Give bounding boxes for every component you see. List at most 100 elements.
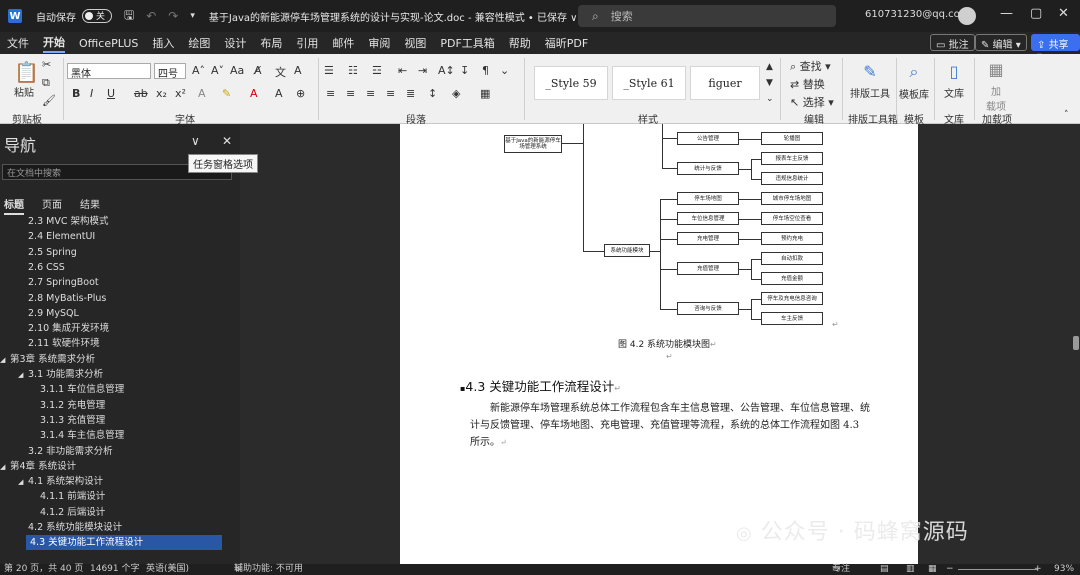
- read-mode-icon[interactable]: ▤: [880, 564, 889, 575]
- subscript-icon[interactable]: x₂: [156, 87, 167, 100]
- share-button[interactable]: ⇪ 共享 ▾: [1031, 34, 1080, 62]
- phonetic-guide-icon[interactable]: 文: [275, 64, 286, 80]
- word-count[interactable]: 14691 个字: [90, 564, 140, 575]
- font-size-select[interactable]: 四号: [154, 63, 186, 80]
- minimize-icon[interactable]: —: [1000, 6, 1013, 21]
- nav-heading-item[interactable]: 2.7 SpringBoot: [0, 275, 99, 290]
- autosave-toggle[interactable]: 关: [82, 9, 112, 23]
- editing-mode-button[interactable]: ✎ 编辑 ▾: [975, 34, 1027, 51]
- chinese-layout-icon[interactable]: A↕: [438, 64, 455, 77]
- library-button[interactable]: ▯ 文库: [940, 62, 968, 100]
- nav-heading-item[interactable]: 3.1.1 车位信息管理: [0, 382, 124, 397]
- close-icon[interactable]: ✕: [1058, 6, 1069, 21]
- nav-heading-item[interactable]: ◢ 4.1 系统架构设计: [0, 474, 103, 489]
- nav-heading-item[interactable]: 2.6 CSS: [0, 260, 65, 275]
- addin-button[interactable]: ▦ 加 载项: [982, 60, 1010, 113]
- sort-icon[interactable]: ↧: [460, 64, 469, 77]
- distributed-icon[interactable]: ≣: [406, 87, 415, 100]
- tab-foxit-pdf[interactable]: 福昕PDF: [545, 35, 588, 51]
- nav-heading-item[interactable]: 4.1.1 前端设计: [0, 489, 105, 504]
- customize-qat-icon[interactable]: ▾: [190, 11, 195, 21]
- tab-home[interactable]: 开始: [43, 34, 65, 53]
- account-email[interactable]: 610731230@qq.com: [865, 9, 970, 20]
- nav-tab-results[interactable]: 结果: [80, 196, 100, 215]
- justify-icon[interactable]: ≡: [386, 87, 395, 100]
- character-border-icon[interactable]: A: [294, 64, 302, 77]
- tab-insert[interactable]: 插入: [152, 35, 174, 51]
- font-color-icon[interactable]: A: [250, 87, 258, 100]
- text-effects-icon[interactable]: A: [198, 87, 206, 100]
- copy-icon[interactable]: ⧉: [42, 76, 50, 90]
- paragraph-more-icon[interactable]: ⌄: [500, 64, 509, 77]
- zoom-level[interactable]: 93%: [1054, 564, 1074, 575]
- bullets-icon[interactable]: ☰: [324, 64, 334, 77]
- paste-icon[interactable]: 📋: [14, 60, 39, 84]
- enclose-character-icon[interactable]: ⊕: [296, 87, 305, 100]
- document-page[interactable]: 基于Java的新能源停车场管理系统 系统功能模块 公告管理 统计与反馈 停车场地图 车位信…: [400, 124, 918, 564]
- nav-heading-item[interactable]: 2.10 集成开发环境: [0, 321, 109, 336]
- collapse-ribbon-icon[interactable]: ˄: [1064, 110, 1069, 120]
- align-right-icon[interactable]: ≡: [366, 87, 375, 100]
- shrink-font-icon[interactable]: A˅: [211, 64, 224, 77]
- tab-file[interactable]: 文件: [7, 35, 29, 51]
- nav-heading-item[interactable]: 2.8 MyBatis-Plus: [0, 291, 106, 306]
- bold-icon[interactable]: B: [72, 87, 80, 100]
- chevron-down-icon[interactable]: ∨: [191, 134, 200, 148]
- numbering-icon[interactable]: ☷: [348, 64, 358, 77]
- nav-heading-item[interactable]: 3.1.3 充值管理: [0, 413, 105, 428]
- multilevel-list-icon[interactable]: ☲: [372, 64, 382, 77]
- search-box[interactable]: ⌕ 搜索: [578, 5, 836, 27]
- scrollbar-thumb[interactable]: [1073, 336, 1079, 350]
- highlight-icon[interactable]: ✎: [222, 87, 231, 100]
- avatar[interactable]: [958, 7, 976, 25]
- nav-heading-item[interactable]: ◢ 第3章 系统需求分析: [0, 352, 95, 367]
- page-count[interactable]: 第 20 页，共 40 页: [4, 564, 83, 575]
- grow-font-icon[interactable]: A˄: [192, 64, 205, 77]
- nav-heading-item[interactable]: 3.2 非功能需求分析: [0, 444, 113, 459]
- align-left-icon[interactable]: ≡: [326, 87, 335, 100]
- replace-button[interactable]: ⇄ 替换: [790, 76, 825, 92]
- collapse-caret-icon[interactable]: ◢: [0, 460, 10, 475]
- nav-heading-item[interactable]: 2.11 软硬件环境: [0, 336, 100, 351]
- show-marks-icon[interactable]: ¶: [482, 64, 489, 77]
- clear-format-icon[interactable]: A̸: [254, 64, 262, 77]
- style-61[interactable]: _Style 61: [612, 66, 686, 100]
- tab-references[interactable]: 引用: [296, 35, 318, 51]
- underline-icon[interactable]: U: [107, 87, 115, 100]
- styles-more-icon[interactable]: ⌄: [766, 94, 774, 104]
- align-center-icon[interactable]: ≡: [346, 87, 355, 100]
- vertical-scrollbar[interactable]: [1072, 124, 1080, 564]
- line-spacing-icon[interactable]: ↕: [428, 87, 437, 100]
- nav-tab-pages[interactable]: 页面: [42, 196, 62, 215]
- tab-review[interactable]: 审阅: [368, 35, 390, 51]
- tab-pdf-toolbox[interactable]: PDF工具箱: [440, 35, 494, 51]
- nav-heading-item[interactable]: ◢ 3.1 功能需求分析: [0, 367, 103, 382]
- tab-help[interactable]: 帮助: [509, 35, 531, 51]
- nav-heading-item[interactable]: ◢ 第4章 系统设计: [0, 459, 76, 474]
- italic-icon[interactable]: I: [90, 87, 93, 100]
- layout-tool-button[interactable]: ✎ 排版工具: [850, 62, 890, 100]
- collapse-caret-icon[interactable]: ◢: [18, 368, 28, 383]
- collapse-caret-icon[interactable]: ◢: [0, 353, 10, 368]
- tab-view[interactable]: 视图: [404, 35, 426, 51]
- increase-indent-icon[interactable]: ⇥: [418, 64, 427, 77]
- nav-heading-item[interactable]: 4.2 系统功能模块设计: [0, 520, 122, 535]
- tab-officeplus[interactable]: OfficePLUS: [79, 37, 138, 50]
- decrease-indent-icon[interactable]: ⇤: [398, 64, 407, 77]
- select-button[interactable]: ↖ 选择 ▾: [790, 94, 834, 110]
- zoom-slider[interactable]: [958, 569, 1038, 570]
- print-layout-icon[interactable]: ▥: [906, 564, 915, 575]
- font-name-select[interactable]: 黑体: [67, 63, 151, 80]
- paste-label[interactable]: 粘贴: [14, 84, 34, 99]
- nav-heading-item[interactable]: 2.3 MVC 架构模式: [0, 214, 108, 229]
- nav-heading-item[interactable]: 4.3 关键功能工作流程设计: [26, 535, 222, 551]
- superscript-icon[interactable]: x²: [175, 87, 186, 100]
- tab-design[interactable]: 设计: [224, 35, 246, 51]
- change-case-icon[interactable]: Aa: [230, 64, 244, 77]
- nav-heading-item[interactable]: 2.4 ElementUI: [0, 229, 95, 244]
- document-title[interactable]: 基于Java的新能源停车场管理系统的设计与实现-论文.doc - 兼容性模式 •…: [209, 9, 578, 24]
- find-button[interactable]: ⌕ 查找 ▾: [790, 58, 831, 74]
- styles-scroll-down-icon[interactable]: ▼: [766, 78, 773, 88]
- cut-icon[interactable]: ✂: [42, 58, 51, 71]
- zoom-out-icon[interactable]: −: [946, 564, 954, 575]
